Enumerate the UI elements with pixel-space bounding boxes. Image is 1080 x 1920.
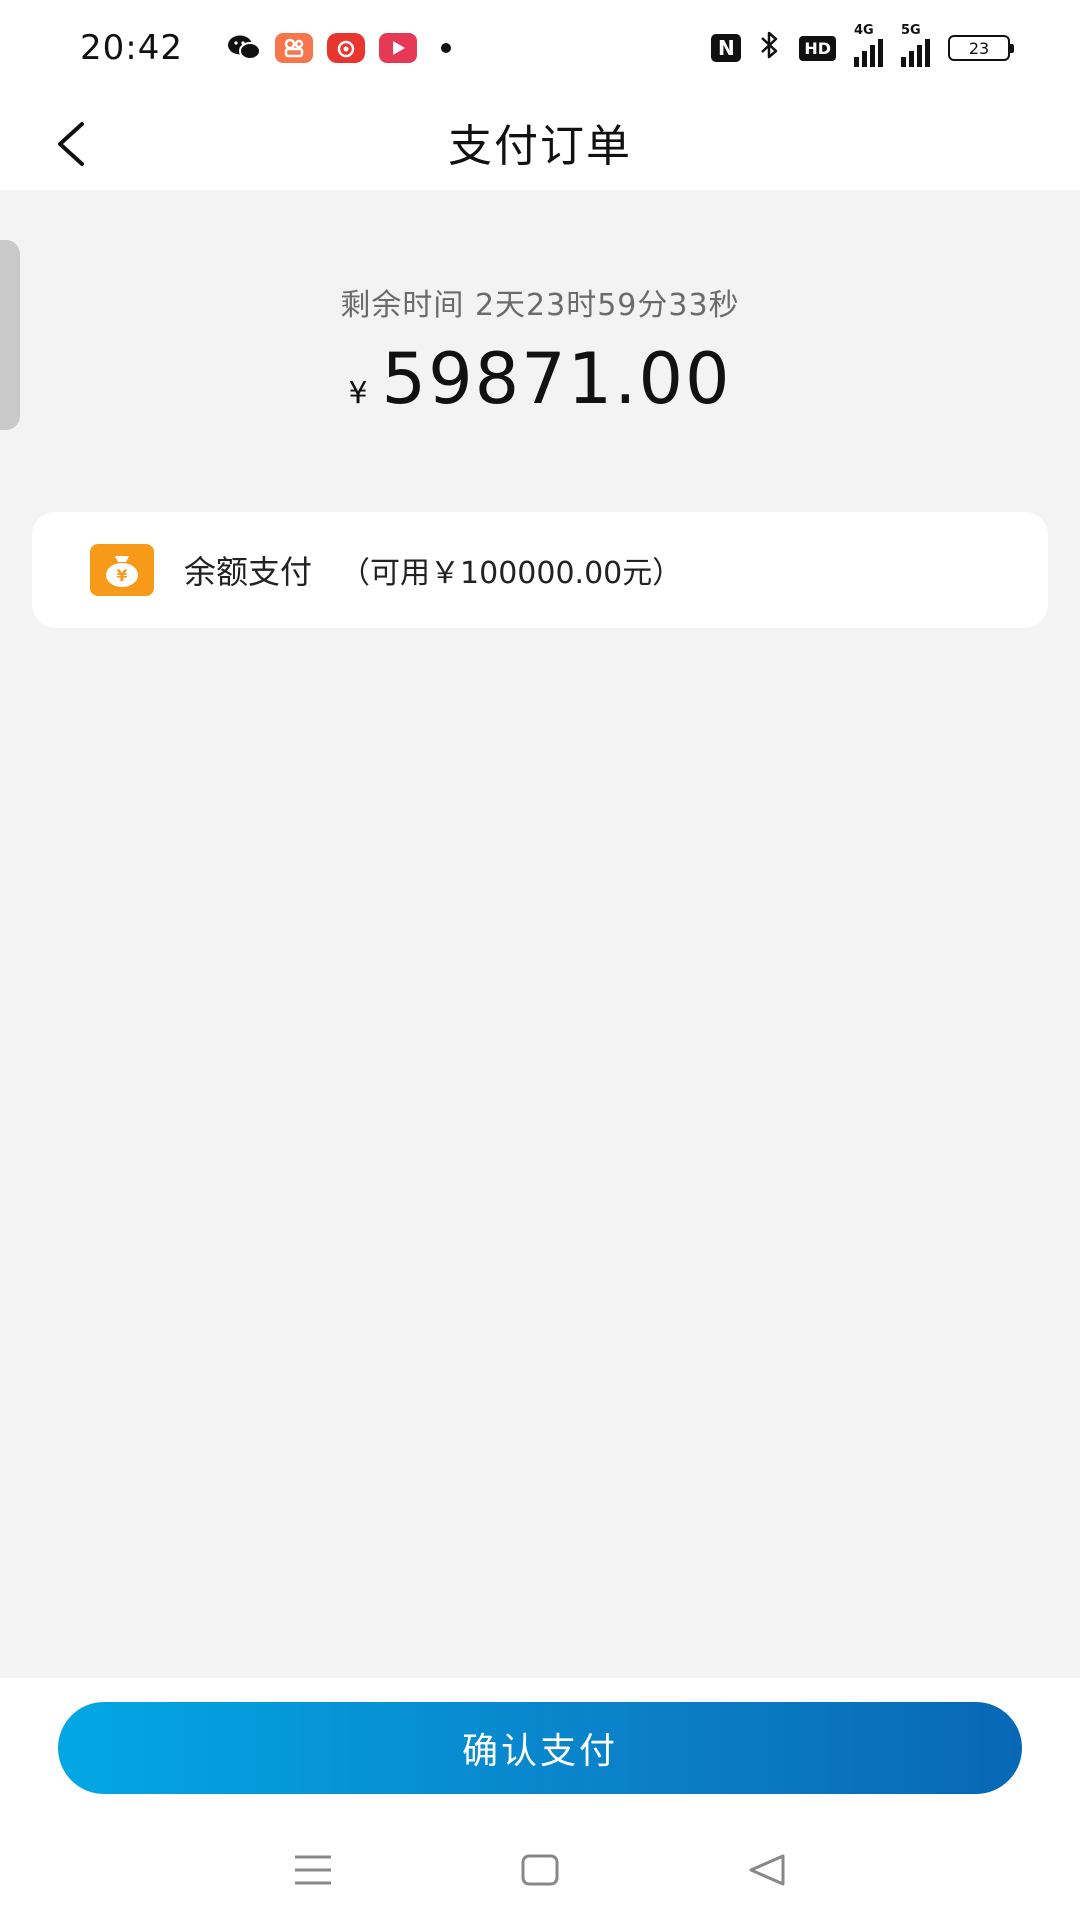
amount-value: 59871.00 (381, 338, 732, 420)
available-balance: （可用￥100000.00元） (340, 556, 683, 591)
status-time: 20:42 (80, 28, 183, 68)
system-nav-bar (0, 1830, 1080, 1910)
payment-countdown: 剩余时间 2天23时59分33秒 (340, 288, 740, 323)
menu-icon (295, 1855, 332, 1885)
signal-5g-label: 5G (901, 23, 921, 38)
balance-payment-option[interactable]: ¥ 余额支付 （可用￥100000.00元） (32, 512, 1048, 628)
home-nav-button[interactable] (510, 1840, 570, 1900)
notification-icons (227, 33, 451, 63)
status-bar: 20:42 N HD 4G 5G 23 (0, 0, 1080, 96)
payment-method-label: 余额支付 (184, 553, 313, 591)
header: 支付订单 (0, 96, 1080, 190)
svg-text:¥: ¥ (116, 566, 127, 585)
netease-music-icon (326, 33, 365, 63)
wechat-icon (227, 33, 261, 63)
menu-nav-button[interactable] (283, 1840, 343, 1900)
hd-icon: HD (799, 35, 836, 61)
signal-5g-icon: 5G (901, 23, 930, 67)
page-title: 支付订单 (448, 121, 632, 172)
currency-symbol: ¥ (348, 376, 368, 411)
triangle-back-icon (749, 1854, 785, 1886)
battery-level: 23 (968, 38, 990, 58)
confirm-payment-button[interactable]: 确认支付 (58, 1702, 1022, 1794)
nfc-icon: N (711, 34, 742, 62)
system-icons: N HD 4G 5G 23 (711, 23, 1014, 67)
battery-icon: 23 (948, 35, 1014, 61)
video-icon (378, 33, 417, 63)
signal-4g-label: 4G (854, 23, 874, 38)
home-icon (521, 1854, 559, 1886)
back-nav-button[interactable] (737, 1840, 797, 1900)
kuaishou-icon (274, 33, 313, 63)
order-amount: ¥ 59871.00 (0, 338, 1080, 420)
more-notifications-dot (440, 43, 451, 53)
bluetooth-icon (759, 30, 781, 67)
money-bag-icon: ¥ (90, 544, 154, 596)
signal-4g-icon: 4G (854, 23, 883, 67)
